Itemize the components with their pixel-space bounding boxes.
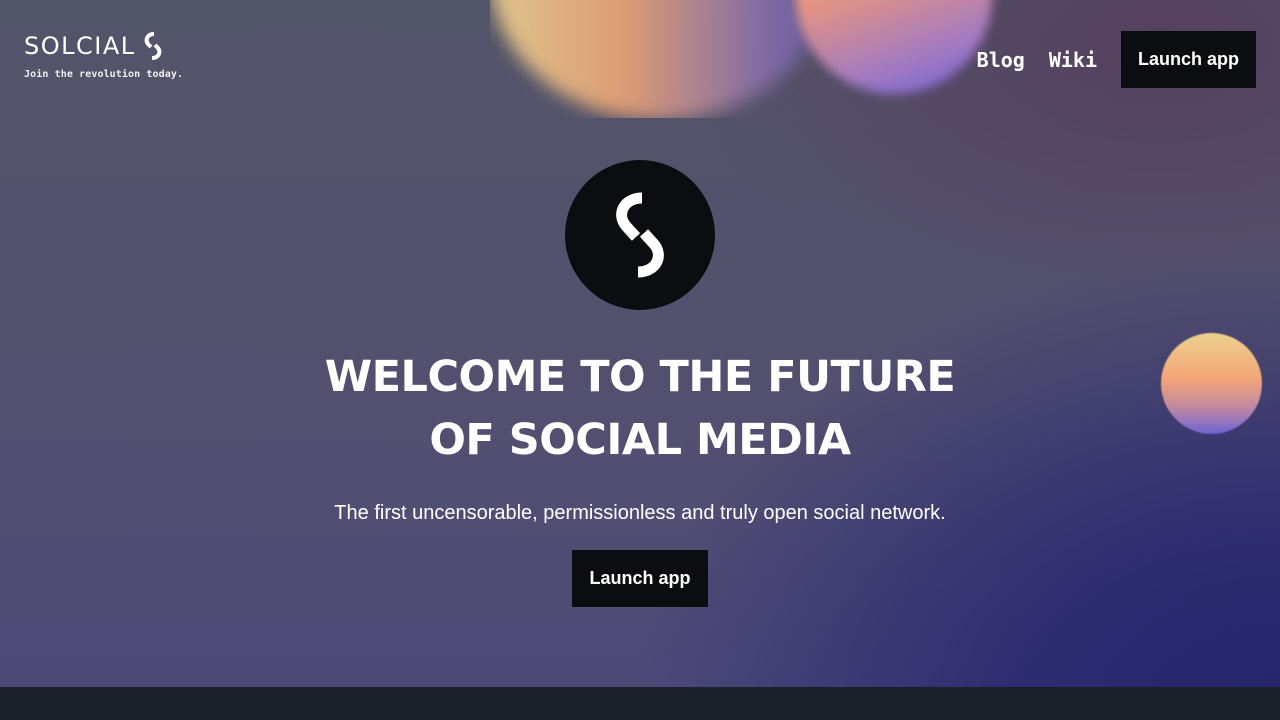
solcial-mark-icon bbox=[616, 192, 664, 278]
hero-subtitle: The first uncensorable, permissionless a… bbox=[334, 502, 946, 524]
top-nav: Blog Wiki Launch app bbox=[977, 31, 1256, 88]
nav-link-wiki[interactable]: Wiki bbox=[1049, 48, 1097, 72]
brand-tagline: Join the revolution today. bbox=[24, 69, 184, 80]
headline-line-2: OF SOCIAL MEDIA bbox=[429, 415, 851, 465]
solcial-mark-icon bbox=[144, 32, 161, 60]
headline-line-1: WELCOME TO THE FUTURE bbox=[324, 352, 956, 402]
decorative-gradient-sphere-small bbox=[796, 0, 992, 94]
footer-strip bbox=[0, 687, 1280, 720]
nav-link-blog[interactable]: Blog bbox=[977, 48, 1025, 72]
nav-launch-app-button[interactable]: Launch app bbox=[1121, 31, 1256, 88]
hero-launch-app-button[interactable]: Launch app bbox=[572, 550, 708, 607]
brand-name: SOLCIAL bbox=[24, 32, 136, 60]
solcial-logo-badge bbox=[565, 160, 715, 310]
brand-logo[interactable]: SOLCIAL Join the revolution today. bbox=[24, 30, 183, 80]
page-headline: WELCOME TO THE FUTURE OF SOCIAL MEDIA bbox=[0, 346, 1280, 472]
hero-section: SOLCIAL Join the revolution today. Blog … bbox=[0, 0, 1280, 687]
decorative-gradient-sphere bbox=[490, 0, 830, 118]
